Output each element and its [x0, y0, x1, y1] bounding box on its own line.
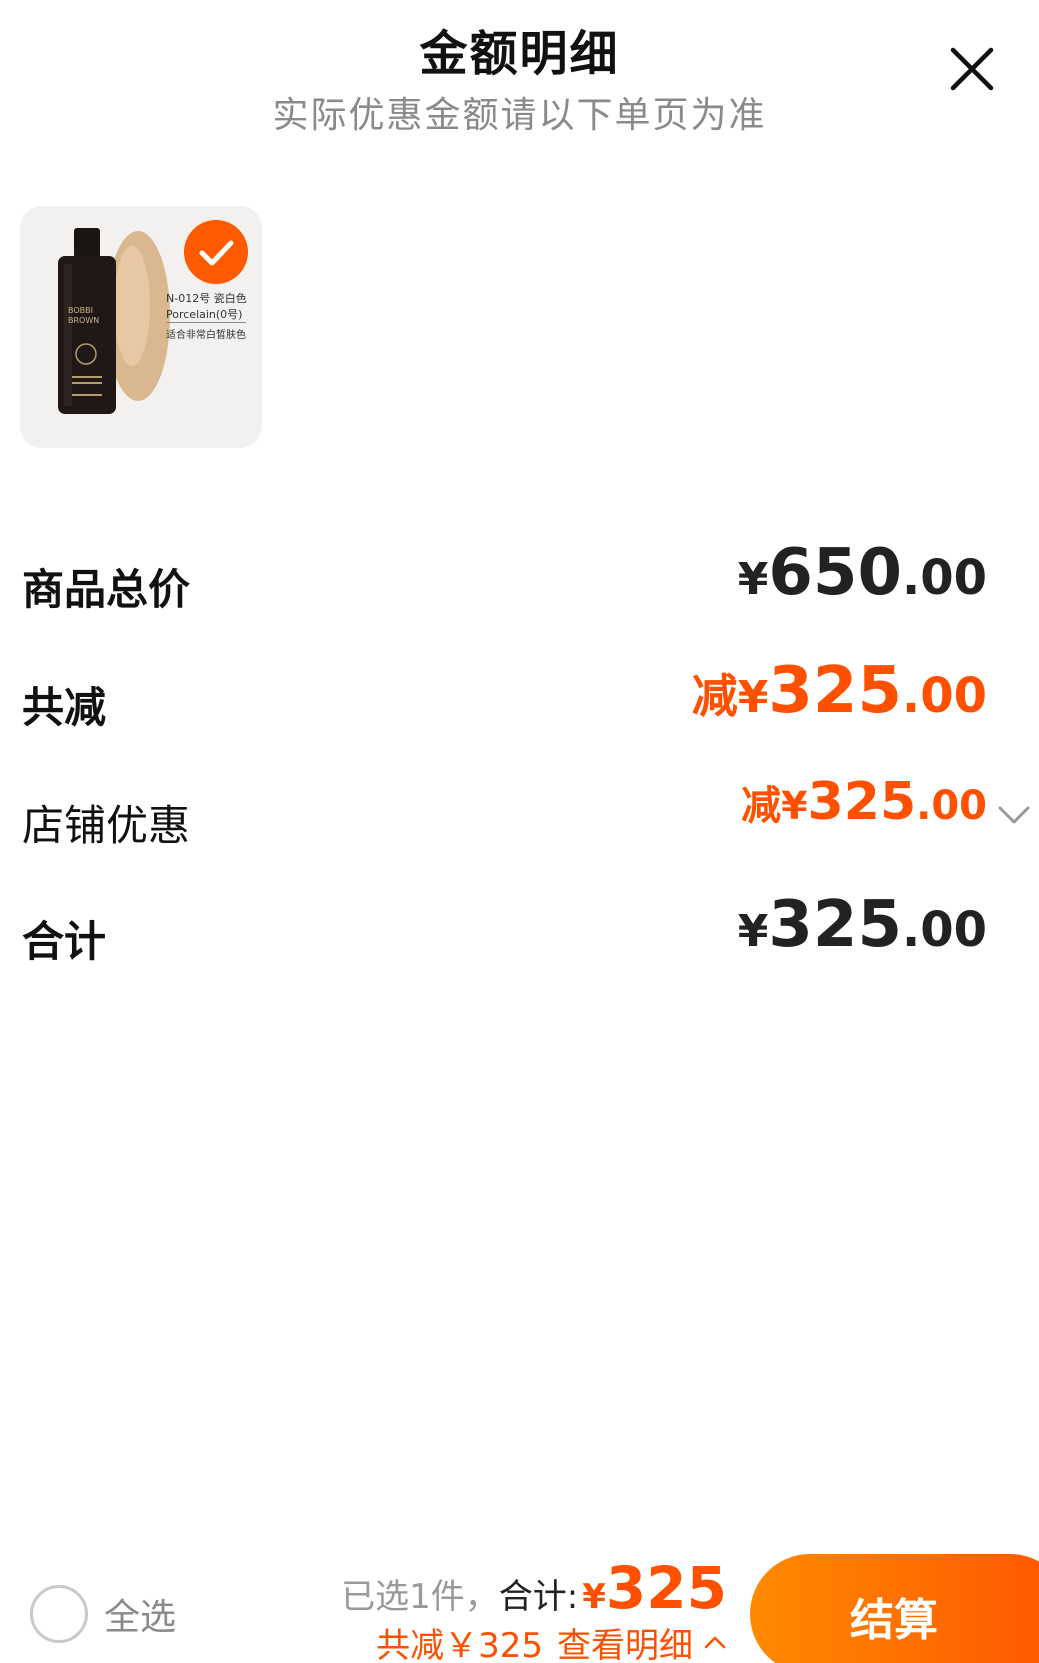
selected-count: 已选1件， — [341, 1577, 499, 1617]
amount-integer: 650 — [768, 536, 902, 610]
check-icon — [199, 240, 234, 266]
row-goods-total: 商品总价 ¥ 650 .00 — [0, 536, 1039, 626]
row-grand-total: 合计 ¥ 325 .00 — [0, 888, 1039, 978]
product-thumbnail[interactable]: BOBBI BROWN N-012号 瓷白色 Porcelain(0号) 适合非… — [20, 206, 262, 448]
close-button[interactable] — [947, 44, 997, 94]
checkout-label: 结算 — [850, 1595, 938, 1646]
currency-symbol: ¥ — [781, 784, 808, 828]
selection-summary: 已选1件， 合计: ¥ 325 — [341, 1554, 727, 1624]
view-detail-label: 查看明细 — [557, 1625, 693, 1663]
amount-decimal: .00 — [901, 668, 987, 724]
total-discount-amount: 减 ¥ 325 .00 — [692, 654, 987, 744]
currency-symbol: ¥ — [737, 906, 769, 957]
amount-decimal: .00 — [901, 902, 987, 958]
store-discount-amount: 减 ¥ 325 .00 — [741, 772, 987, 862]
chevron-up-icon — [704, 1636, 726, 1649]
page-title: 金额明细 — [419, 26, 620, 82]
total-currency: ¥ — [582, 1577, 606, 1617]
row-label: 合计 — [22, 917, 107, 966]
amount-decimal: .00 — [916, 783, 987, 829]
discount-prefix: 减 — [691, 669, 738, 723]
chevron-down-icon[interactable] — [997, 804, 1031, 826]
amount-integer: 325 — [768, 888, 902, 962]
select-all-radio[interactable] — [30, 1585, 88, 1643]
product-brand: BOBBI BROWN — [68, 306, 100, 325]
currency-symbol: ¥ — [737, 672, 769, 723]
amount-integer: 325 — [807, 772, 917, 832]
discount-summary: 共减￥325 — [376, 1625, 543, 1663]
discount-prefix: 减 — [741, 783, 782, 829]
shade-note: 适合非常白皙肤色 — [166, 330, 246, 341]
select-all-toggle[interactable]: 全选 — [30, 1584, 176, 1644]
goods-total-amount: ¥ 650 .00 — [738, 536, 987, 626]
checkout-bar: 全选 已选1件， 合计: ¥ 325 共减￥325 查看明细 结算 — [0, 1540, 1039, 1663]
total-label: 合计: — [498, 1577, 579, 1617]
selected-badge — [184, 220, 248, 284]
row-label: 店铺优惠 — [22, 801, 191, 850]
shade-code: N-012号 瓷白色 — [166, 292, 247, 305]
checkout-button[interactable]: 结算 — [750, 1554, 1039, 1663]
grand-total-amount: ¥ 325 .00 — [738, 888, 987, 978]
shade-name: Porcelain(0号) — [166, 308, 243, 321]
close-icon — [950, 47, 994, 91]
row-label: 商品总价 — [22, 565, 191, 614]
panel-header: 金额明细 实际优惠金额请以下单页为准 — [0, 0, 1039, 150]
shade-divider — [166, 322, 246, 323]
page-subtitle: 实际优惠金额请以下单页为准 — [272, 95, 767, 136]
amount-decimal: .00 — [901, 550, 987, 606]
amount-integer: 325 — [768, 654, 902, 728]
select-all-label: 全选 — [104, 1597, 177, 1638]
view-detail-link[interactable]: 共减￥325 查看明细 — [376, 1620, 727, 1663]
currency-symbol: ¥ — [737, 554, 769, 605]
total-value: 325 — [605, 1554, 727, 1622]
row-label: 共减 — [22, 683, 107, 732]
row-total-discount: 共减 减 ¥ 325 .00 — [0, 654, 1039, 744]
row-store-discount[interactable]: 店铺优惠 减 ¥ 325 .00 — [0, 772, 1039, 862]
